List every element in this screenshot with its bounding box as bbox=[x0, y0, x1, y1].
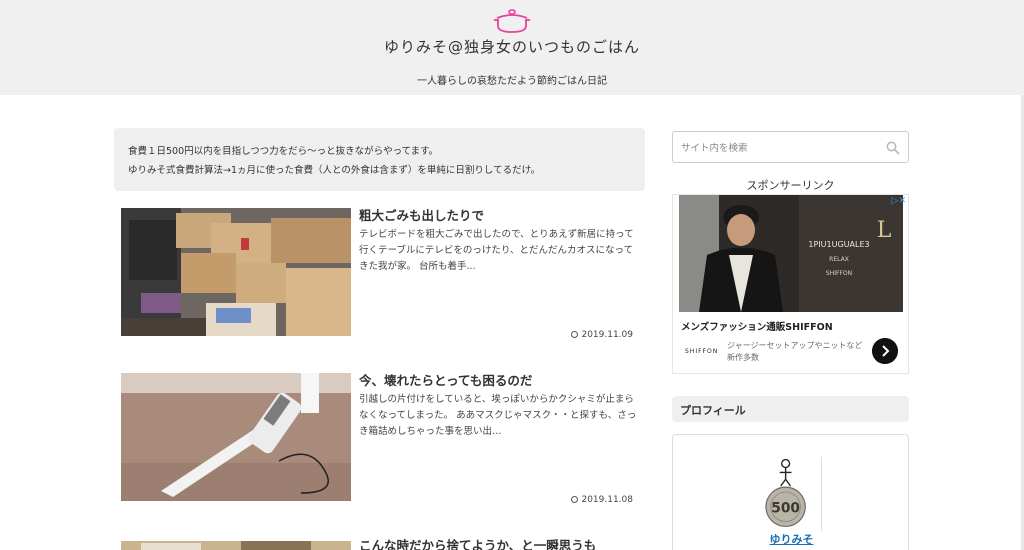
article-thumbnail[interactable] bbox=[121, 208, 351, 336]
article-card[interactable]: 今、壊れたらとっても困るのだ 引越しの片付けをしていると、埃っぽいからかクシャミ… bbox=[121, 373, 645, 513]
site-description: 一人暮らしの哀愁ただよう節約ごはん日記 bbox=[417, 76, 607, 87]
profile-name-link[interactable]: ゆりみそ bbox=[673, 531, 910, 547]
ad-banner[interactable]: 1PIU1UGUALE3 RELAX SHIFFON L ▷✕ メンズファッショ… bbox=[672, 194, 909, 374]
site-title[interactable]: ゆりみそ@独身女のいつものごはん bbox=[0, 36, 1024, 57]
profile-heading: プロフィール bbox=[672, 396, 909, 422]
svg-text:RELAX: RELAX bbox=[829, 256, 849, 263]
profile-box: 500 ゆりみそ bbox=[672, 434, 909, 550]
ad-arrow-button[interactable] bbox=[872, 338, 898, 364]
article-card[interactable]: こんな時だから捨てようか、と一瞬思うも bbox=[121, 538, 645, 550]
ad-brand-logo: SHIFFON bbox=[685, 348, 719, 355]
article-excerpt: テレビボードを粗大ごみで出したので、とりあえず新居に持って行くテーブルにテレビを… bbox=[359, 229, 634, 272]
article-thumbnail[interactable] bbox=[121, 373, 351, 501]
site-header: ゆりみそ@独身女のいつものごはん 一人暮らしの哀愁ただよう節約ごはん日記 bbox=[0, 0, 1024, 95]
sponsor-label: スポンサーリンク bbox=[746, 179, 835, 192]
ad-headline[interactable]: メンズファッション通販SHIFFON bbox=[681, 319, 833, 333]
article-card[interactable]: 粗大ごみも出したりで テレビボードを粗大ごみで出したので、とりあえず新居に持って… bbox=[121, 208, 645, 348]
clock-icon bbox=[571, 496, 579, 503]
profile-avatar[interactable]: 500 bbox=[764, 457, 822, 531]
ad-image-brand: SHIFFON bbox=[826, 270, 852, 277]
search-box bbox=[672, 131, 909, 163]
svg-text:L: L bbox=[877, 218, 892, 243]
article-excerpt: 引越しの片付けをしていると、埃っぽいからかクシャミが止まらなくなってしまった。 … bbox=[359, 394, 637, 437]
search-icon[interactable] bbox=[886, 141, 900, 155]
article-date-text: 2019.11.08 bbox=[581, 495, 633, 505]
clock-icon bbox=[571, 331, 579, 338]
intro-box: 食費１日500円以内を目指しつつ力をだら〜っと抜きながらやってます。 ゆりみそ式… bbox=[114, 128, 645, 191]
intro-line: 食費１日500円以内を目指しつつ力をだら〜っと抜きながらやってます。 bbox=[128, 146, 439, 157]
svg-text:500: 500 bbox=[771, 501, 800, 517]
ad-description: ジャージーセットアップやニットなど新作多数 bbox=[727, 341, 863, 362]
article-date: 2019.11.08 bbox=[571, 495, 633, 505]
article-title[interactable]: 今、壊れたらとっても困るのだ bbox=[359, 373, 645, 389]
search-input[interactable] bbox=[681, 139, 881, 157]
article-date: 2019.11.09 bbox=[571, 330, 633, 340]
article-thumbnail[interactable] bbox=[121, 538, 351, 550]
ad-image[interactable]: 1PIU1UGUALE3 RELAX SHIFFON L bbox=[679, 195, 903, 312]
adchoices-icon[interactable]: ▷✕ bbox=[892, 196, 906, 206]
article-title[interactable]: 粗大ごみも出したりで bbox=[359, 208, 645, 224]
article-title[interactable]: こんな時だから捨てようか、と一瞬思うも bbox=[359, 538, 645, 550]
pot-logo-icon[interactable] bbox=[494, 8, 530, 34]
article-date-text: 2019.11.09 bbox=[581, 330, 633, 340]
svg-text:1PIU1UGUALE3: 1PIU1UGUALE3 bbox=[808, 240, 869, 249]
intro-line: ゆりみそ式食費計算法→1ヵ月に使った食費（人との外食は含まず）を単純に日割りして… bbox=[128, 165, 541, 176]
